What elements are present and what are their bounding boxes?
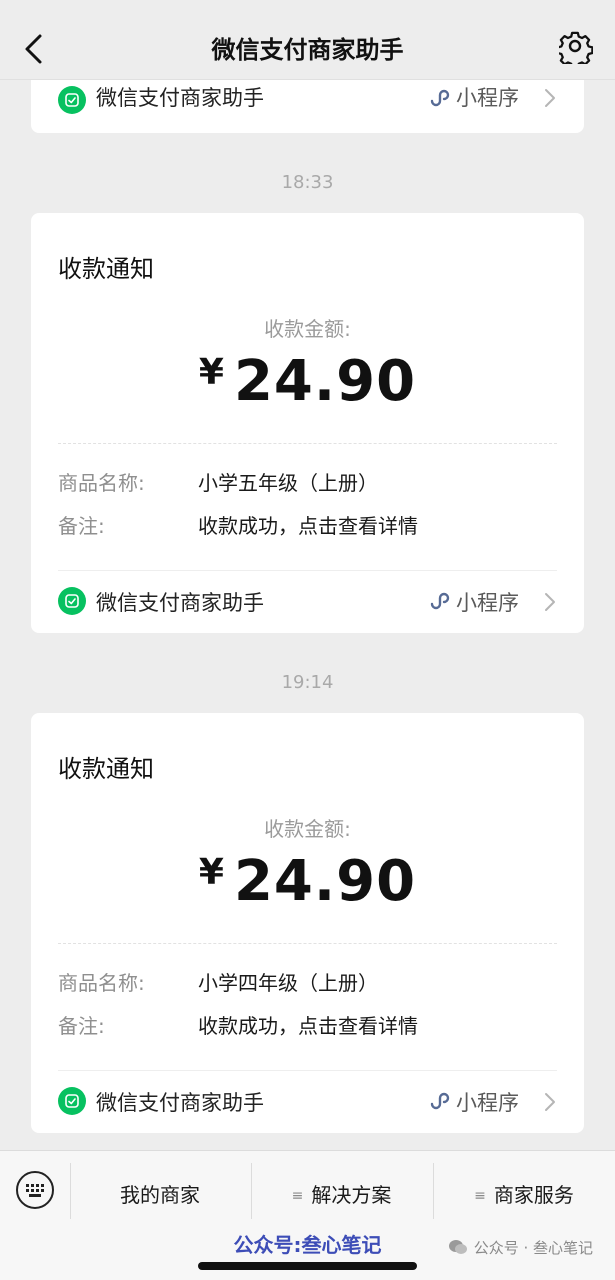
notice-title: 收款通知 [58, 255, 154, 283]
notice-title: 收款通知 [58, 755, 154, 783]
wechat-logo-icon [448, 1240, 467, 1254]
currency-symbol: ¥ [198, 352, 224, 393]
note-value: 收款成功，点击查看详情 [198, 514, 418, 538]
home-indicator[interactable] [198, 1262, 417, 1270]
amount-value: ¥24.90 [31, 849, 584, 914]
chevron-right-icon [545, 1093, 555, 1111]
menu-my-merchant[interactable]: 我的商家 [70, 1179, 250, 1208]
amount-number: 24.90 [233, 349, 417, 414]
note-label: 备注: [58, 514, 105, 538]
menu-solutions[interactable]: ≡ 解决方案 [251, 1179, 432, 1208]
chevron-right-icon [545, 89, 555, 107]
menu-label: 商家服务 [493, 1183, 574, 1207]
product-label: 商品名称: [58, 971, 145, 995]
submenu-icon: ≡ [291, 1188, 304, 1204]
amount-label: 收款金额: [264, 317, 351, 341]
amount-label: 收款金额: [264, 817, 351, 841]
chevron-right-icon [545, 593, 555, 611]
watermark-account: 公众号 · 叁心笔记 [448, 1237, 593, 1258]
product-value: 小学五年级（上册） [198, 471, 378, 495]
divider [58, 1070, 557, 1071]
page-title: 微信支付商家助手 [211, 36, 404, 64]
wechat-pay-icon [58, 587, 86, 615]
mini-program-label: 小程序 [456, 1091, 519, 1115]
note-label: 备注: [58, 1014, 105, 1038]
product-value: 小学四年级（上册） [198, 971, 378, 995]
timestamp: 19:14 [281, 672, 334, 693]
source-name: 微信支付商家助手 [96, 1091, 264, 1115]
card-source-row[interactable]: 微信支付商家助手 小程序 [58, 570, 557, 632]
menu-label: 解决方案 [311, 1183, 392, 1207]
mini-program-icon [430, 1092, 450, 1110]
submenu-icon: ≡ [474, 1188, 486, 1204]
message-list[interactable]: 微信支付商家助手 小程序 18:33 收款通知 收款金额: ¥24.90 商品名… [0, 80, 615, 1150]
source-name: 微信支付商家助手 [96, 591, 264, 615]
dashed-divider [58, 443, 557, 444]
mini-program-label: 小程序 [456, 86, 519, 110]
message-card-partial[interactable]: 微信支付商家助手 小程序 [31, 80, 584, 133]
watermark-account-text: 公众号 · 叁心笔记 [473, 1239, 593, 1257]
payment-notice-card[interactable]: 收款通知 收款金额: ¥24.90 商品名称: 小学四年级（上册） 备注: 收款… [31, 713, 584, 1133]
note-value: 收款成功，点击查看详情 [198, 1014, 418, 1038]
menu-merchant-services[interactable]: ≡ 商家服务 [433, 1179, 615, 1208]
wechat-pay-icon [58, 1087, 86, 1115]
card-source-row[interactable]: 微信支付商家助手 小程序 [58, 1070, 557, 1132]
gear-icon[interactable] [559, 30, 593, 64]
menu-label: 我的商家 [120, 1183, 200, 1207]
currency-symbol: ¥ [198, 852, 224, 893]
timestamp: 18:33 [281, 172, 334, 193]
mini-program-icon [430, 89, 450, 107]
divider [58, 570, 557, 571]
nav-bar: 微信支付商家助手 [0, 0, 615, 80]
amount-number: 24.90 [233, 849, 417, 914]
payment-notice-card[interactable]: 收款通知 收款金额: ¥24.90 商品名称: 小学五年级（上册） 备注: 收款… [31, 213, 584, 633]
mini-program-icon [430, 592, 450, 610]
wechat-pay-icon [58, 86, 86, 114]
dashed-divider [58, 943, 557, 944]
service-menu-bar: 我的商家 ≡ 解决方案 ≡ 商家服务 公众号:叁心笔记 公众号 · 叁心笔记 [0, 1150, 615, 1280]
amount-value: ¥24.90 [31, 349, 584, 414]
chat-screen: 微信支付商家助手 微信支付商家助手 小程序 18:33 收款通知 收款金额: ¥… [0, 0, 615, 1280]
product-label: 商品名称: [58, 471, 145, 495]
mini-program-label: 小程序 [456, 591, 519, 615]
source-name: 微信支付商家助手 [96, 86, 264, 110]
keyboard-icon[interactable] [16, 1171, 54, 1209]
